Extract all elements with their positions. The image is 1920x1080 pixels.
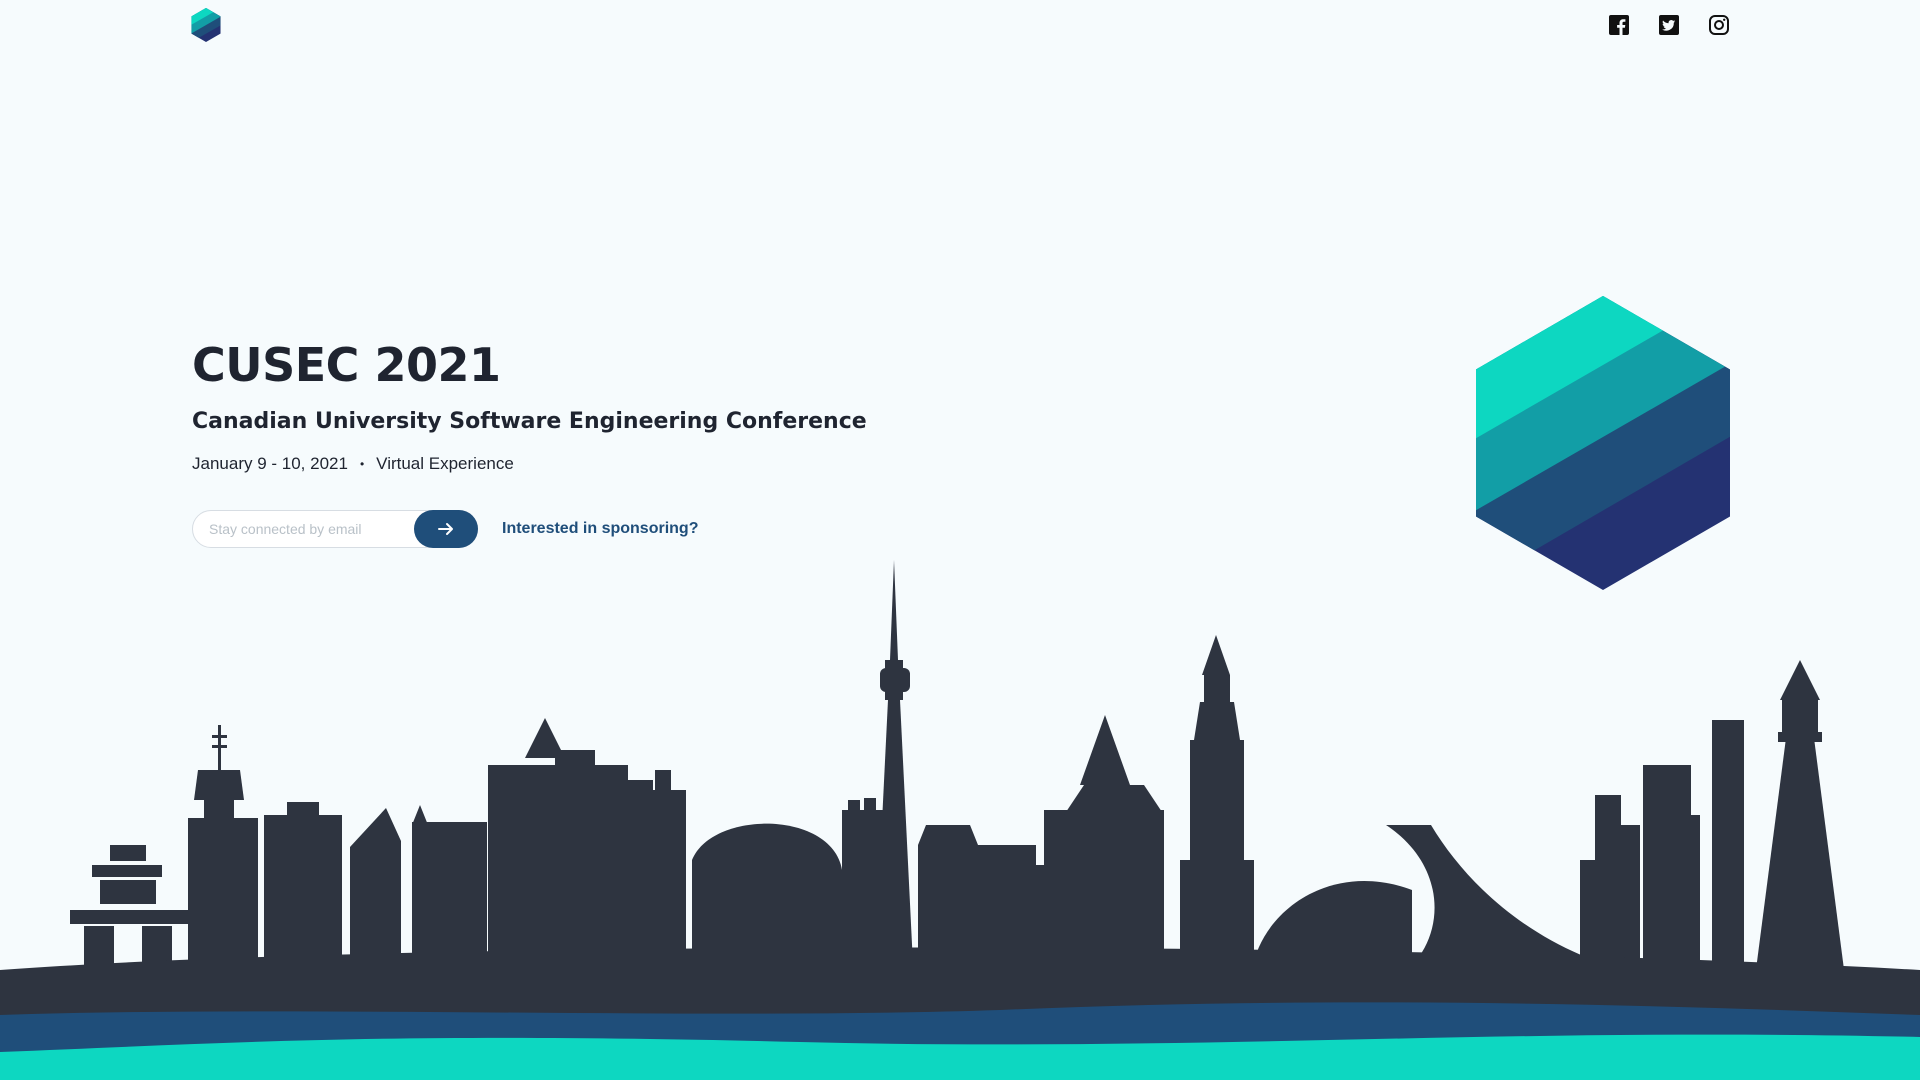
twitter-icon[interactable] <box>1657 13 1681 37</box>
email-signup-form <box>192 510 478 548</box>
instagram-icon[interactable] <box>1707 13 1731 37</box>
event-date: January 9 - 10, 2021 <box>192 453 348 473</box>
canadian-city-skyline-illustration <box>0 560 1920 1080</box>
social-links <box>1607 13 1731 37</box>
email-submit-button[interactable] <box>414 510 478 548</box>
facebook-icon[interactable] <box>1607 13 1631 37</box>
event-meta: January 9 - 10, 2021 • Virtual Experienc… <box>192 454 1092 474</box>
email-field[interactable] <box>193 511 409 547</box>
cusec-hexagon-logo-icon <box>1476 296 1730 590</box>
cusec-logo-icon[interactable] <box>191 8 221 42</box>
conference-subtitle: Canadian University Software Engineering… <box>192 408 867 434</box>
sponsor-link[interactable]: Interested in sponsoring? <box>502 520 698 538</box>
event-location: Virtual Experience <box>376 453 514 473</box>
hero-section: CUSEC 2021 Canadian University Software … <box>192 340 1092 474</box>
arrow-right-icon <box>438 523 453 535</box>
signup-row: Interested in sponsoring? <box>192 510 698 548</box>
meta-separator: • <box>359 456 365 471</box>
page-title: CUSEC 2021 <box>192 338 501 392</box>
